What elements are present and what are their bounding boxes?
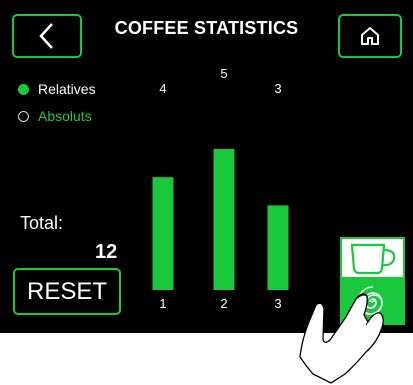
pointing-hand-icon <box>299 293 384 384</box>
